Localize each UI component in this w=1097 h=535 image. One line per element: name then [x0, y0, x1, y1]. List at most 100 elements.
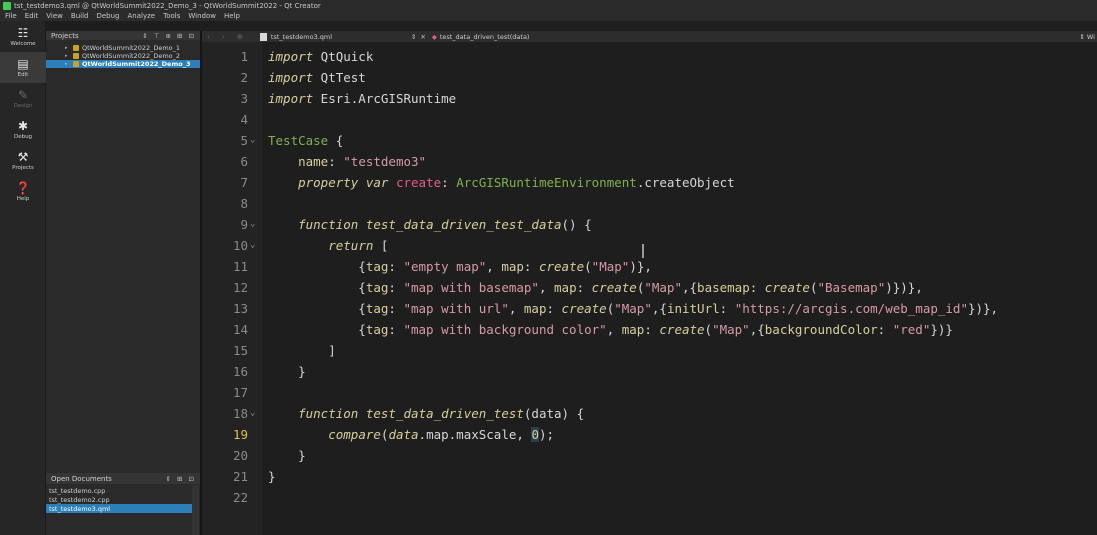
mode-design[interactable]: ✎ Design [0, 83, 46, 114]
code-token: ,{ [681, 280, 698, 295]
code-token: test_data_driven_test_data [365, 217, 562, 232]
line-number: 8 [240, 196, 248, 211]
code-line[interactable]: name: "testdemo3" [268, 151, 426, 172]
code-token: backgroundColor [764, 322, 878, 337]
code-line[interactable]: } [268, 361, 306, 382]
project-tree-item[interactable]: ▸ QtWorldSummit2022_Demo_1 [46, 44, 200, 52]
open-document-item[interactable]: tst_testdemo.cpp [46, 486, 192, 495]
expand-arrow-icon[interactable]: ▸ [65, 61, 71, 67]
project-name: QtWorldSummit2022_Demo_1 [82, 44, 181, 52]
code-line[interactable]: import QtTest [268, 67, 366, 88]
toolbar-right-selector[interactable]: ⇕ Wi [1079, 33, 1095, 41]
fold-marker-icon[interactable]: ⌄ [250, 214, 255, 235]
code-line[interactable]: ] [268, 340, 336, 361]
menu-debug[interactable]: Debug [96, 12, 119, 20]
code-line[interactable]: {tag: "empty map", map: create("Map")}, [268, 256, 652, 277]
mode-debug[interactable]: ✱ Debug [0, 114, 46, 145]
menu-build[interactable]: Build [71, 12, 89, 20]
code-token: : [388, 322, 404, 337]
fold-marker-icon[interactable]: ⌄ [250, 130, 255, 151]
code-token: tag [365, 301, 389, 316]
expand-arrow-icon[interactable]: ▸ [65, 53, 71, 59]
open-documents-scrollbar[interactable] [192, 485, 199, 535]
open-document-item[interactable]: tst_testdemo2.cpp [46, 495, 192, 504]
code-line[interactable]: import Esri.ArcGISRuntime [268, 88, 456, 109]
code-token: "map with basemap" [403, 280, 539, 295]
line-number: 6 [240, 154, 248, 169]
menu-tools[interactable]: Tools [163, 12, 180, 20]
open-document-item[interactable]: tst_testdemo3.qml [46, 504, 192, 513]
code-line[interactable]: } [268, 445, 306, 466]
code-token: QtQuick [313, 49, 374, 64]
code-token: , [486, 259, 502, 274]
code-line[interactable]: return [ [268, 235, 388, 256]
code-line[interactable]: TestCase { [268, 130, 343, 151]
code-token: name [298, 154, 329, 169]
document-selector-arrows-icon[interactable]: ⇕ [411, 33, 416, 41]
code-token: .createObject [636, 175, 735, 190]
code-token: )}, [629, 259, 652, 274]
mode-projects[interactable]: ⚒ Projects [0, 145, 46, 176]
pencil-icon: ✎ [17, 87, 29, 102]
open-documents-tool-icons[interactable]: ⇕ ⊞ ⊡ [166, 475, 196, 483]
code-line[interactable]: function test_data_driven_test(data) { [268, 403, 584, 424]
code-line[interactable]: } [268, 466, 276, 487]
code-token: } [268, 364, 306, 379]
code-token: "map with background color" [403, 322, 607, 337]
mode-help[interactable]: ❓ Help [0, 176, 46, 207]
fold-marker-icon[interactable]: ⌄ [250, 403, 255, 424]
close-document-icon[interactable]: ✕ [420, 33, 425, 41]
code-line[interactable]: import QtQuick [268, 46, 373, 67]
menu-analyze[interactable]: Analyze [128, 12, 156, 20]
open-documents-header: Open Documents ⇕ ⊞ ⊡ [46, 473, 200, 484]
help-icon: ❓ [15, 180, 31, 195]
project-tree-item[interactable]: ▸ QtWorldSummit2022_Demo_3 [46, 60, 200, 68]
wrench-icon: ⚒ [17, 149, 29, 164]
code-token: "testdemo3" [343, 154, 427, 169]
menu-help[interactable]: Help [224, 12, 240, 20]
code-token: { [328, 133, 344, 148]
code-token: , [508, 301, 524, 316]
mode-label: Welcome [10, 40, 36, 47]
line-number: 4 [240, 112, 248, 127]
menu-edit[interactable]: Edit [25, 12, 39, 20]
expand-arrow-icon[interactable]: ▸ [65, 45, 71, 51]
code-line[interactable]: compare(data.map.maxScale, 0); [268, 424, 554, 445]
code-token: import [268, 49, 314, 64]
editor-toolbar: ‹ › ⊕ tst_testdemo3.qml ⇕ ✕ ◆ test_data_… [202, 31, 1097, 42]
menu-window[interactable]: Window [188, 12, 216, 20]
line-number: 11 [232, 259, 248, 274]
bug-icon: ✱ [17, 118, 29, 133]
projects-pane-tool-icons[interactable]: ⇕ ⊤ ⊕ ⊞ ⊡ [142, 32, 196, 40]
code-token: : [749, 280, 765, 295]
mode-selector: ☷ Welcome ▤ Edit ✎ Design ✱ Debug ⚒ Projects ❓ Help [0, 21, 46, 535]
code-line[interactable]: {tag: "map with background color", map: … [268, 319, 953, 340]
line-number: 21 [232, 469, 248, 484]
code-line[interactable]: {tag: "map with basemap", map: create("M… [268, 277, 923, 298]
code-token: create [395, 175, 442, 190]
open-documents-title[interactable]: Open Documents [51, 475, 112, 483]
code-token: tag [365, 259, 389, 274]
project-folder-icon [73, 61, 79, 67]
projects-pane-header: Projects ⇕ ⊤ ⊕ ⊞ ⊡ [46, 31, 200, 40]
code-token: import [268, 91, 314, 106]
menu-file[interactable]: File [5, 12, 17, 20]
menu-view[interactable]: View [46, 12, 63, 20]
projects-pane-title[interactable]: Projects [51, 32, 79, 40]
code-line[interactable]: {tag: "map with url", map: create("Map",… [268, 298, 998, 319]
code-token: { [268, 280, 366, 295]
mode-welcome[interactable]: ☷ Welcome [0, 21, 46, 52]
fold-marker-icon[interactable]: ⌄ [250, 235, 255, 256]
symbol-selector[interactable]: test_data_driven_test(data) [440, 33, 530, 41]
project-tree-item[interactable]: ▸ QtWorldSummit2022_Demo_2 [46, 52, 200, 60]
document-selector[interactable]: tst_testdemo3.qml [271, 33, 411, 41]
code-token: , [538, 280, 555, 295]
mode-edit[interactable]: ▤ Edit [0, 52, 46, 83]
navigation-arrows[interactable]: ‹ › ⊕ [207, 33, 248, 41]
code-line[interactable]: property var create: ArcGISRuntimeEnviro… [268, 172, 735, 193]
code-line[interactable]: function test_data_driven_test_data() { [268, 214, 592, 235]
code-token: : [388, 301, 404, 316]
code-token: initUrl [666, 301, 720, 316]
line-number: 2 [240, 70, 248, 85]
